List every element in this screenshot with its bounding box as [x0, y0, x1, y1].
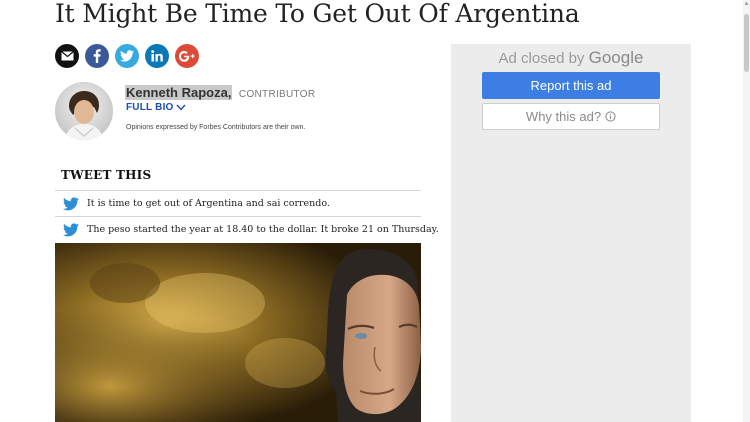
- tweet-text: The peso started the year at 18.40 to th…: [87, 224, 439, 235]
- tweet-this-heading: TWEET THIS: [61, 168, 152, 182]
- scrollbar-thumb[interactable]: [744, 14, 749, 72]
- author-photo: [55, 82, 113, 140]
- share-bar: [55, 44, 199, 68]
- author-avatar[interactable]: [55, 82, 113, 140]
- article-photo-image: [55, 243, 421, 422]
- why-this-ad-label: Why this ad?: [525, 109, 602, 124]
- twitter-icon: [120, 50, 134, 62]
- linkedin-share-button[interactable]: [145, 44, 169, 68]
- info-icon: [605, 111, 616, 122]
- twitter-icon: [63, 196, 79, 210]
- ad-closed-notice: Ad closed by Google: [451, 48, 691, 68]
- full-bio-label: FULL BIO: [126, 102, 174, 113]
- google-plus-icon: [179, 50, 195, 62]
- email-icon: [60, 51, 74, 61]
- twitter-icon: [63, 222, 79, 236]
- ad-panel: Ad closed by Google Report this ad Why t…: [451, 44, 691, 422]
- article-photo: [55, 243, 421, 422]
- author-byline: Kenneth Rapoza, CONTRIBUTOR: [125, 84, 315, 102]
- page-scrollbar[interactable]: ▲: [743, 0, 750, 422]
- twitter-share-button[interactable]: [115, 44, 139, 68]
- full-bio-toggle[interactable]: FULL BIO: [126, 102, 186, 113]
- author-role: CONTRIBUTOR: [238, 89, 316, 100]
- tweet-text: It is time to get out of Argentina and s…: [87, 198, 330, 209]
- scroll-up-arrow-icon[interactable]: ▲: [743, 0, 750, 8]
- contributor-disclaimer: Opinions expressed by Forbes Contributor…: [126, 124, 306, 131]
- tweet-item[interactable]: It is time to get out of Argentina and s…: [55, 190, 421, 216]
- email-share-button[interactable]: [55, 44, 79, 68]
- why-this-ad-button[interactable]: Why this ad?: [482, 103, 660, 130]
- author-name[interactable]: Kenneth Rapoza,: [125, 85, 233, 100]
- linkedin-icon: [151, 50, 163, 62]
- google-plus-share-button[interactable]: [175, 44, 199, 68]
- tweet-this-list: It is time to get out of Argentina and s…: [55, 190, 439, 242]
- facebook-share-button[interactable]: [85, 44, 109, 68]
- chevron-down-icon: [176, 104, 186, 111]
- google-wordmark: Google: [588, 48, 644, 67]
- facebook-icon: [93, 49, 101, 63]
- ad-closed-prefix: Ad closed by: [498, 50, 585, 67]
- tweet-item[interactable]: The peso started the year at 18.40 to th…: [55, 216, 439, 242]
- report-ad-button[interactable]: Report this ad: [482, 72, 660, 99]
- article-headline: It Might Be Time To Get Out Of Argentina: [55, 0, 580, 28]
